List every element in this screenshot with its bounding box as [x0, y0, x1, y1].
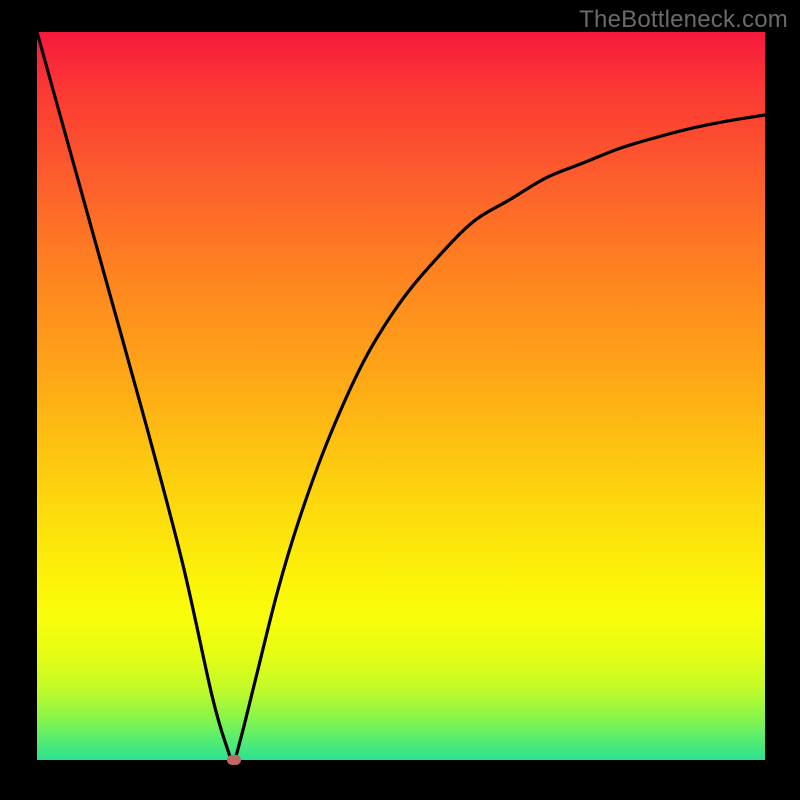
curve-path	[37, 32, 765, 760]
plot-area	[37, 32, 765, 760]
watermark-text: TheBottleneck.com	[579, 6, 788, 34]
minimum-marker	[227, 755, 241, 765]
chart-container: TheBottleneck.com	[0, 0, 800, 800]
curve-svg	[37, 32, 765, 760]
